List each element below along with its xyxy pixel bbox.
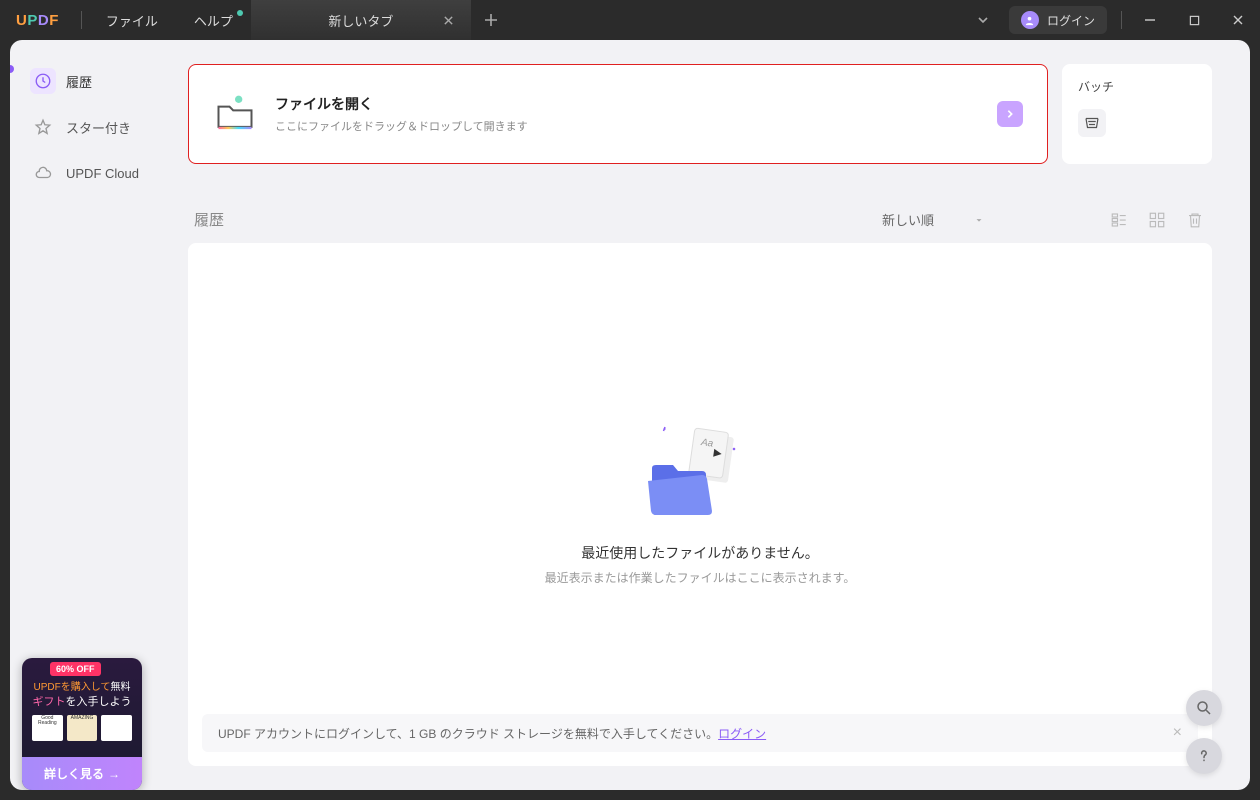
help-float-button[interactable] [1186, 738, 1222, 774]
cloud-icon [30, 160, 56, 186]
menu-help[interactable]: ヘルプ [176, 0, 251, 40]
open-file-card[interactable]: ファイルを開く ここにファイルをドラッグ＆ドロップして開きます [188, 64, 1048, 164]
sidebar-item-label: UPDF Cloud [66, 166, 139, 181]
window-close-button[interactable] [1216, 0, 1260, 40]
search-float-button[interactable] [1186, 690, 1222, 726]
promo-cta-label: 詳しく見る [44, 765, 104, 782]
empty-subtitle: 最近表示または作業したファイルはここに表示されます。 [545, 569, 856, 586]
chevron-right-icon [1005, 109, 1015, 119]
window-maximize-button[interactable] [1172, 0, 1216, 40]
star-icon [30, 114, 56, 140]
close-icon [1232, 14, 1244, 26]
open-file-subtitle: ここにファイルをドラッグ＆ドロップして開きます [275, 118, 979, 134]
notification-dot-icon [237, 10, 243, 16]
menu-file[interactable]: ファイル [88, 0, 176, 40]
login-banner-link[interactable]: ログイン [718, 725, 766, 742]
login-label: ログイン [1047, 12, 1095, 29]
trash-icon [1186, 211, 1204, 229]
question-icon [1195, 747, 1213, 765]
open-file-title: ファイルを開く [275, 94, 979, 114]
sort-label: 新しい順 [882, 210, 934, 229]
menu-file-label: ファイル [106, 11, 158, 30]
titlebar: UPDF ファイル ヘルプ 新しいタブ ログイン [0, 0, 1260, 40]
svg-text:Aa: Aa [699, 437, 714, 450]
menu-help-label: ヘルプ [194, 11, 233, 30]
sidebar-item-cloud[interactable]: UPDF Cloud [20, 152, 150, 194]
tab-close-button[interactable] [439, 10, 459, 30]
sidebar-item-label: 履歴 [66, 72, 92, 91]
user-avatar-icon [1021, 11, 1039, 29]
open-file-arrow-button[interactable] [997, 101, 1023, 127]
history-title: 履歴 [194, 209, 224, 230]
main-content: ファイルを開く ここにファイルをドラッグ＆ドロップして開きます バッチ 履歴 新… [160, 40, 1250, 790]
sidebar-item-history[interactable]: 履歴 [20, 60, 150, 102]
minimize-icon [1144, 14, 1156, 26]
sort-dropdown[interactable]: 新しい順 [868, 204, 998, 235]
login-button[interactable]: ログイン [1009, 6, 1107, 34]
batch-card[interactable]: バッチ [1062, 64, 1212, 164]
history-body: Aa 最近使用したファイルがありません。 最近表示または作業したファイルはここに… [188, 243, 1212, 766]
maximize-icon [1189, 15, 1200, 26]
batch-stack-icon [1078, 109, 1106, 137]
promo-books-icon: GoodReading AMAZING [32, 715, 132, 745]
empty-folder-icon: Aa [640, 423, 760, 523]
clock-icon [30, 68, 56, 94]
app-body: 履歴 スター付き UPDF Cloud [10, 40, 1250, 790]
folder-icon [213, 92, 257, 136]
chevron-down-icon [977, 14, 989, 26]
login-banner-text: UPDF アカウントにログインして、1 GB のクラウド ストレージを無料で入手… [218, 725, 718, 742]
login-banner-close[interactable]: × [1173, 724, 1182, 742]
promo-card[interactable]: 60% OFF UPDFを購入して無料 ギフトを入手しよう GoodReadin… [22, 658, 142, 790]
caret-down-icon [974, 215, 984, 225]
history-header: 履歴 新しい順 [188, 204, 1212, 235]
arrow-right-icon: → [108, 767, 120, 781]
view-list-button[interactable] [1108, 209, 1130, 231]
view-grid-button[interactable] [1146, 209, 1168, 231]
divider [81, 11, 82, 29]
close-icon [443, 15, 454, 26]
new-tab-button[interactable] [471, 0, 511, 40]
empty-title: 最近使用したファイルがありません。 [581, 543, 819, 563]
login-banner: UPDF アカウントにログインして、1 GB のクラウド ストレージを無料で入手… [202, 714, 1198, 752]
search-icon [1195, 699, 1213, 717]
tab-new[interactable]: 新しいタブ [251, 0, 471, 40]
batch-title: バッチ [1078, 78, 1196, 95]
grid-view-icon [1148, 211, 1166, 229]
divider [1121, 11, 1122, 29]
promo-cta-button[interactable]: 詳しく見る → [22, 757, 142, 790]
promo-line1: UPDFを購入して無料 [32, 678, 132, 693]
delete-history-button[interactable] [1184, 209, 1206, 231]
promo-badge: 60% OFF [50, 662, 101, 676]
list-view-icon [1110, 211, 1128, 229]
sidebar-item-starred[interactable]: スター付き [20, 106, 150, 148]
window-minimize-button[interactable] [1128, 0, 1172, 40]
sidebar-item-label: スター付き [66, 118, 131, 137]
tab-title: 新しいタブ [328, 11, 393, 30]
app-logo: UPDF [0, 12, 75, 29]
promo-line2: ギフトを入手しよう [32, 693, 132, 709]
plus-icon [484, 13, 498, 27]
tabs-dropdown-button[interactable] [965, 0, 1001, 40]
